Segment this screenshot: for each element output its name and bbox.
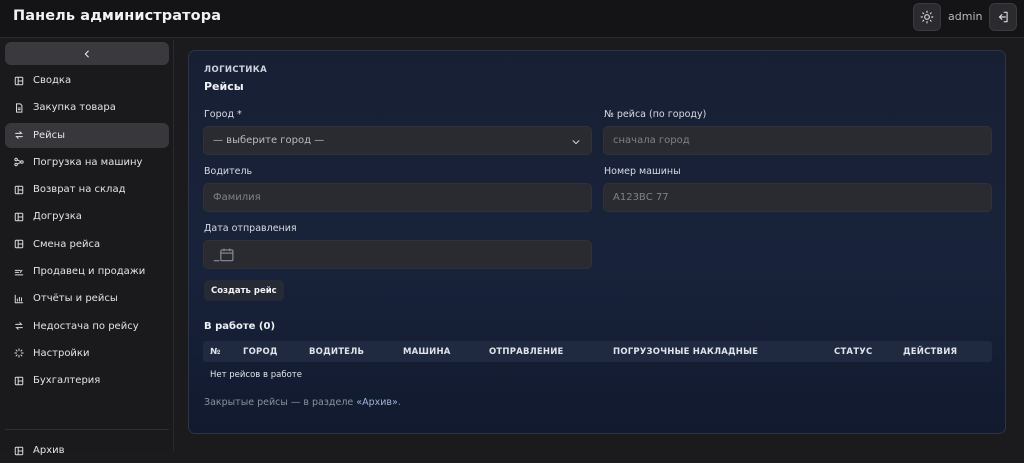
trip-number-input[interactable]: сначала город: [603, 126, 992, 155]
dashboard-icon: [14, 240, 24, 249]
app-title: Панель администратора: [13, 8, 222, 24]
city-select[interactable]: — выберите город —: [203, 126, 592, 155]
top-bar: Панель администратора admin: [0, 0, 1024, 38]
table-empty-row: Нет рейсов в работе: [210, 370, 302, 380]
calendar-icon[interactable]: [213, 248, 235, 262]
swap-arrows-icon: [15, 322, 23, 331]
driver-placeholder: Фамилия: [213, 192, 261, 203]
sidebar-item-reports[interactable]: Отчёты и рейсы: [5, 286, 169, 311]
swap-arrows-icon: [15, 131, 23, 139]
dashboard-icon: [14, 185, 24, 194]
driver-label: Водитель: [204, 166, 253, 177]
bar-chart-icon: [14, 294, 24, 304]
trip-number-placeholder: сначала город: [613, 135, 690, 146]
archive-note-text: Закрытые рейсы — в разделе: [204, 397, 357, 408]
sidebar-item-accounting[interactable]: Бухгалтерия: [5, 368, 169, 393]
in-work-title: В работе (0): [204, 321, 276, 332]
column-header-departure: ОТПРАВЛЕНИЕ: [489, 347, 564, 357]
column-header-actions: ДЕЙСТВИЯ: [903, 347, 958, 357]
sidebar-item-settings[interactable]: Настройки: [5, 341, 169, 366]
sidebar-item-label: Сводка: [33, 75, 72, 86]
sidebar-item-return[interactable]: Возврат на склад: [5, 177, 169, 202]
create-trip-button[interactable]: Создать рейс: [204, 280, 284, 301]
sun-icon: [920, 10, 934, 24]
sidebar-item-label: Возврат на склад: [33, 184, 126, 196]
sidebar-item-summary[interactable]: Сводка: [5, 68, 169, 93]
column-header-car: МАШИНА: [403, 347, 451, 357]
sidebar-item-label: Бухгалтерия: [33, 375, 101, 387]
dashboard-icon: [14, 212, 24, 222]
sidebar: Сводка Закупка товара Рейсы Погрузка на …: [0, 39, 174, 456]
sidebar-item-seller[interactable]: Продавец и продажи: [5, 259, 169, 284]
departure-date-input[interactable]: [203, 240, 592, 269]
user-name: admin: [948, 10, 983, 23]
car-number-input[interactable]: А123ВС 77: [603, 183, 992, 212]
archive-note: Закрытые рейсы — в разделе «Архив».: [204, 397, 401, 408]
sidebar-item-label: Догрузка: [33, 211, 82, 223]
archive-note-suffix: .: [397, 397, 401, 408]
dashboard-icon: [14, 76, 24, 85]
sidebar-item-label: Погрузка на машину: [33, 156, 143, 168]
logout-icon: [998, 11, 1008, 23]
sidebar-divider: [5, 429, 169, 430]
document-icon: [16, 103, 23, 113]
sidebar-item-reload[interactable]: Догрузка: [5, 204, 169, 229]
share-nodes-icon: [14, 158, 24, 167]
sidebar-item-loading[interactable]: Погрузка на машину: [5, 150, 169, 175]
departure-label: Дата отправления: [204, 223, 297, 234]
chevron-left-icon: [84, 50, 89, 57]
theme-toggle-button[interactable]: [913, 3, 941, 31]
sidebar-item-label: Смена рейса: [33, 238, 101, 250]
sidebar-item-purchase[interactable]: Закупка товара: [5, 95, 169, 120]
seller-icon: [14, 269, 24, 275]
car-number-placeholder: А123ВС 77: [613, 192, 669, 203]
sidebar-item-label: Недостача по рейсу: [33, 320, 139, 332]
column-header-waybills: ПОГРУЗОЧНЫЕ НАКЛАДНЫЕ: [613, 347, 759, 357]
sidebar-item-shortage[interactable]: Недостача по рейсу: [5, 314, 169, 339]
sidebar-nav: Сводка Закупка товара Рейсы Погрузка на …: [5, 68, 169, 396]
dashboard-icon: [14, 376, 24, 386]
page-title: Рейсы: [204, 80, 244, 93]
column-header-driver: ВОДИТЕЛЬ: [309, 347, 365, 357]
driver-input[interactable]: Фамилия: [203, 183, 592, 212]
chevron-down-icon: [572, 140, 580, 145]
loader-icon: [14, 348, 24, 359]
sidebar-item-change-trip[interactable]: Смена рейса: [5, 232, 169, 257]
sidebar-item-label: Отчёты и рейсы: [33, 293, 118, 305]
archive-link[interactable]: «Архив»: [356, 397, 398, 408]
city-select-value: — выберите город —: [213, 135, 325, 146]
sidebar-item-label: Закупка товара: [33, 102, 116, 114]
table-header: № ГОРОД ВОДИТЕЛЬ МАШИНА ОТПРАВЛЕНИЕ ПОГР…: [203, 341, 992, 362]
car-number-label: Номер машины: [604, 166, 681, 177]
column-header-status: СТАТУС: [834, 347, 873, 357]
trip-number-label: № рейса (по городу): [604, 109, 707, 120]
trips-panel: ЛОГИСТИКА Рейсы Город * — выберите город…: [188, 50, 1006, 434]
section-label: ЛОГИСТИКА: [204, 65, 268, 75]
column-header-number: №: [210, 347, 221, 357]
sidebar-item-label: Рейсы: [33, 129, 66, 141]
sidebar-item-trips[interactable]: Рейсы: [5, 122, 169, 148]
logout-button[interactable]: [989, 3, 1017, 31]
sidebar-collapse-button[interactable]: [5, 42, 169, 65]
sidebar-item-label: Продавец и продажи: [33, 266, 146, 278]
sidebar-item-label: Настройки: [33, 347, 90, 359]
city-label: Город *: [204, 109, 242, 120]
column-header-city: ГОРОД: [243, 347, 278, 357]
